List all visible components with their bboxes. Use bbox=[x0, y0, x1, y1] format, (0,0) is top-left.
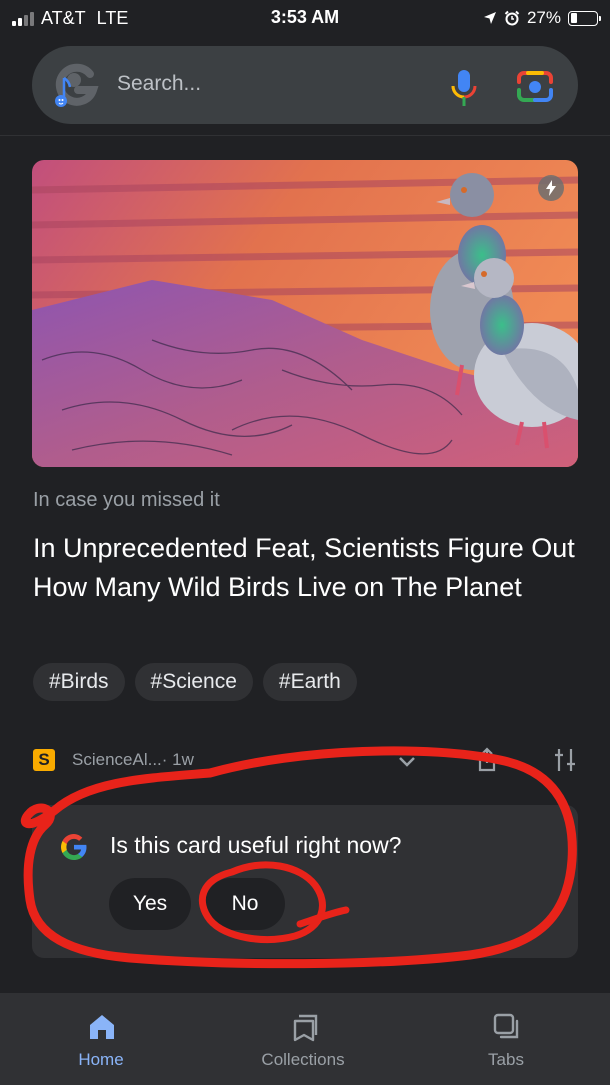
tune-icon[interactable] bbox=[553, 747, 577, 773]
location-icon bbox=[483, 12, 496, 24]
nav-label-home: Home bbox=[78, 1050, 124, 1069]
bottom-navigation: Home Collections Tabs bbox=[0, 993, 610, 1085]
nav-label-collections: Collections bbox=[261, 1050, 345, 1069]
google-lens-icon[interactable] bbox=[515, 68, 555, 104]
nav-item-collections[interactable]: Collections bbox=[203, 993, 403, 1085]
article-image[interactable] bbox=[32, 160, 578, 467]
battery-percent: 27% bbox=[526, 8, 561, 27]
nav-item-tabs[interactable]: Tabs bbox=[406, 993, 606, 1085]
source-row: S ScienceAl...· 1w bbox=[33, 747, 578, 775]
source-name[interactable]: ScienceAl...· 1w bbox=[72, 750, 194, 770]
search-bar[interactable]: Search... bbox=[32, 46, 578, 124]
status-bar: AT&T LTE 3:53 AM 27% bbox=[0, 0, 610, 36]
tag-chip[interactable]: #Earth bbox=[262, 663, 357, 701]
yes-button[interactable]: Yes bbox=[109, 878, 191, 930]
amp-bolt-icon bbox=[538, 175, 564, 201]
nav-item-home[interactable]: Home bbox=[1, 993, 201, 1085]
tag-list: #Birds #Science #Earth bbox=[33, 663, 357, 701]
share-icon[interactable] bbox=[476, 747, 498, 773]
alarm-icon bbox=[504, 10, 520, 26]
search-header: Search... bbox=[0, 36, 610, 136]
card-kicker: In case you missed it bbox=[33, 489, 220, 511]
tag-chip[interactable]: #Science bbox=[134, 663, 253, 701]
google-g-icon bbox=[61, 834, 87, 860]
tag-chip[interactable]: #Birds bbox=[33, 663, 125, 701]
no-button[interactable]: No bbox=[205, 878, 285, 930]
source-logo: S bbox=[33, 749, 55, 771]
google-doodle-icon[interactable] bbox=[52, 60, 100, 110]
battery-icon bbox=[568, 10, 601, 26]
chevron-down-icon[interactable] bbox=[395, 749, 419, 773]
article-headline[interactable]: In Unprecedented Feat, Scientists Figure… bbox=[33, 529, 578, 606]
feedback-question: Is this card useful right now? bbox=[110, 832, 402, 858]
search-input[interactable]: Search... bbox=[117, 72, 201, 96]
feedback-card: Is this card useful right now? Yes No bbox=[32, 805, 578, 958]
collections-icon bbox=[293, 1014, 318, 1042]
tabs-icon bbox=[493, 1013, 519, 1039]
mic-icon[interactable] bbox=[450, 68, 478, 108]
nav-label-tabs: Tabs bbox=[488, 1050, 524, 1069]
home-icon bbox=[90, 1015, 114, 1039]
